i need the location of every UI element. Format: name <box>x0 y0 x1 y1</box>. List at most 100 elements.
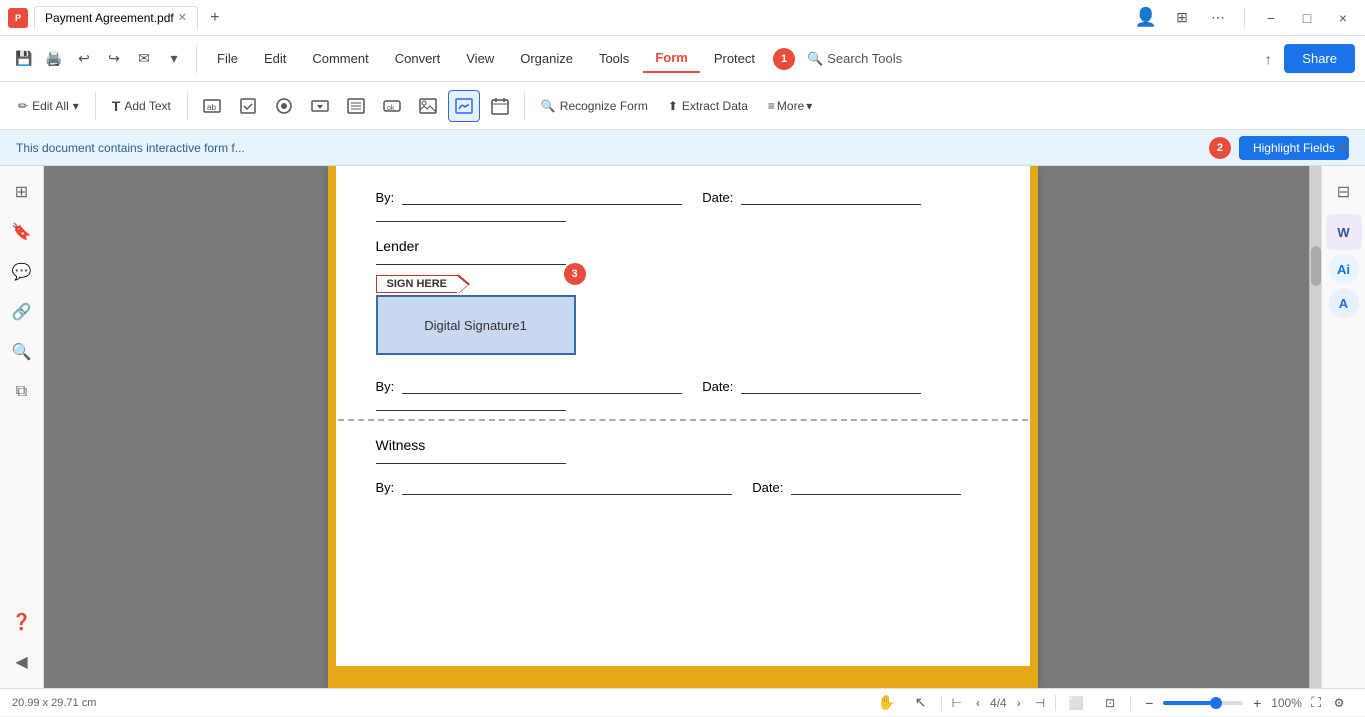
sidebar-search-icon[interactable]: 🔍 <box>4 334 40 370</box>
menu-form[interactable]: Form <box>643 44 700 73</box>
prev-page-button[interactable]: ‹ <box>972 694 984 712</box>
active-tab[interactable]: Payment Agreement.pdf ✕ <box>34 6 198 30</box>
search-icon: 🔍 <box>807 51 823 67</box>
radio-button-icon[interactable] <box>268 90 300 122</box>
more-button[interactable]: ≡ More ▾ <box>760 94 820 118</box>
new-tab-button[interactable]: + <box>204 7 226 29</box>
date-label-1: Date: <box>702 190 733 205</box>
date-field-1[interactable] <box>741 204 921 205</box>
panel-word-icon[interactable]: W <box>1326 214 1362 250</box>
add-text-button[interactable]: T Add Text <box>104 93 179 119</box>
digital-signature-box[interactable]: Digital Signature1 <box>376 295 576 355</box>
signature-area[interactable]: 3 SIGN HERE Digital S <box>376 275 576 355</box>
status-bar: 20.99 x 29.71 cm ✋ ↖ ⊢ ‹ 4/4 › ⊣ ⬜ ⊡ − +… <box>0 688 1365 716</box>
hand-tool-icon[interactable]: ✋ <box>873 689 901 717</box>
settings-icon[interactable]: ⚙ <box>1325 689 1353 717</box>
email-icon[interactable]: ✉ <box>130 45 158 73</box>
save-icon[interactable]: 💾 <box>10 45 38 73</box>
notification-close-button[interactable]: ✕ <box>1337 139 1349 156</box>
menu-tools[interactable]: Tools <box>587 45 641 72</box>
print-icon[interactable]: 🖨️ <box>40 45 68 73</box>
sidebar-help-icon[interactable]: ❓ <box>4 604 40 640</box>
svg-text:ok: ok <box>387 105 395 112</box>
menu-comment[interactable]: Comment <box>300 45 380 72</box>
zoom-level: 100% <box>1271 696 1303 710</box>
zoom-out-button[interactable]: − <box>1139 693 1159 713</box>
zoom-controls: − + 100% ⛶ ⚙ <box>1139 689 1353 717</box>
page-left-border <box>328 166 336 688</box>
date-label-2: Date: <box>702 379 733 394</box>
by-field-2[interactable] <box>402 393 682 394</box>
fit-page-icon[interactable]: ⬜ <box>1062 689 1090 717</box>
sidebar-link-icon[interactable]: 🔗 <box>4 294 40 330</box>
edit-all-button[interactable]: ✏ Edit All ▾ <box>10 94 87 118</box>
share-button[interactable]: Share <box>1284 44 1355 73</box>
fit-width-icon[interactable]: ⊡ <box>1096 689 1124 717</box>
more-options-icon[interactable]: ⋯ <box>1204 4 1232 32</box>
dropdown-icon[interactable]: ▾ <box>160 45 188 73</box>
next-page-button[interactable]: › <box>1013 694 1025 712</box>
step-3-badge: 3 <box>564 263 586 285</box>
panel-ai2-icon[interactable]: A <box>1329 288 1359 318</box>
sidebar-layers-icon[interactable]: ⧉ <box>4 374 40 410</box>
sidebar-pages-icon[interactable]: ⊞ <box>4 174 40 210</box>
select-tool-icon[interactable]: ↖ <box>907 689 935 717</box>
minimize-button[interactable]: − <box>1257 4 1285 32</box>
menu-edit[interactable]: Edit <box>252 45 298 72</box>
page-indicator: 4/4 <box>990 696 1007 710</box>
scrollbar[interactable] <box>1309 166 1321 688</box>
undo-button[interactable]: ↩ <box>70 45 98 73</box>
image-field-icon[interactable] <box>412 90 444 122</box>
zoom-slider[interactable] <box>1163 701 1243 705</box>
panel-ai-icon[interactable]: Ai <box>1329 254 1359 284</box>
maximize-button[interactable]: □ <box>1293 4 1321 32</box>
title-bar: P Payment Agreement.pdf ✕ + 👤 ⊞ ⋯ − □ × <box>0 0 1365 36</box>
zoom-in-button[interactable]: + <box>1247 693 1267 713</box>
search-tools-button[interactable]: 🔍 Search Tools <box>797 47 912 71</box>
grid-icon[interactable]: ⊞ <box>1168 4 1196 32</box>
date-field-3[interactable] <box>791 494 961 495</box>
sidebar-comments-icon[interactable]: 💬 <box>4 254 40 290</box>
menu-protect[interactable]: Protect <box>702 45 767 72</box>
menu-home[interactable]: File <box>205 45 250 72</box>
expand-view-button[interactable]: ⛶ <box>1311 694 1321 711</box>
witness-line <box>376 463 566 464</box>
list-field-icon[interactable] <box>340 90 372 122</box>
page-right-border <box>1030 166 1038 688</box>
text-field-icon[interactable]: ab <box>196 90 228 122</box>
left-sidebar: ⊞ 🔖 💬 🔗 🔍 ⧉ ❓ ◀ <box>0 166 44 688</box>
menu-convert[interactable]: Convert <box>383 45 453 72</box>
toolbar: ✏ Edit All ▾ T Add Text ab ok 🔍 Recogniz… <box>0 82 1365 130</box>
panel-settings-icon[interactable]: ⊟ <box>1326 174 1362 210</box>
close-button[interactable]: × <box>1329 4 1357 32</box>
ok-button-icon[interactable]: ok <box>376 90 408 122</box>
redo-button[interactable]: ↪ <box>100 45 128 73</box>
step-2-badge: 2 <box>1209 137 1231 159</box>
scroll-thumb[interactable] <box>1311 246 1321 286</box>
checkbox-icon[interactable] <box>232 90 264 122</box>
recognize-form-button[interactable]: 🔍 Recognize Form <box>533 94 656 118</box>
extract-data-button[interactable]: ⬆ Extract Data <box>660 94 756 118</box>
date-field-2[interactable] <box>741 393 921 394</box>
by-field-3[interactable] <box>402 494 732 495</box>
by-label-3: By: <box>376 480 395 495</box>
highlight-fields-button[interactable]: Highlight Fields <box>1239 136 1349 160</box>
sync-icon[interactable]: ↑ <box>1254 45 1282 73</box>
date-field-icon[interactable] <box>484 90 516 122</box>
signature-field-icon[interactable] <box>448 90 480 122</box>
tab-title: Payment Agreement.pdf <box>45 11 174 25</box>
dropdown-field-icon[interactable] <box>304 90 336 122</box>
divider-2 <box>187 92 188 120</box>
menu-bar: 💾 🖨️ ↩ ↪ ✉ ▾ File Edit Comment Convert V… <box>0 36 1365 82</box>
last-page-button[interactable]: ⊣ <box>1031 694 1049 712</box>
sidebar-settings-icon[interactable]: ◀ <box>4 644 40 680</box>
menu-view[interactable]: View <box>454 45 506 72</box>
sidebar-bookmark-icon[interactable]: 🔖 <box>4 214 40 250</box>
first-page-button[interactable]: ⊢ <box>948 694 966 712</box>
tab-close-btn[interactable]: ✕ <box>178 11 187 24</box>
menu-organize[interactable]: Organize <box>508 45 585 72</box>
app-logo: P <box>8 8 28 28</box>
svg-text:ab: ab <box>207 103 216 112</box>
by-field-1[interactable] <box>402 204 682 205</box>
profile-icon[interactable]: 👤 <box>1132 4 1160 32</box>
